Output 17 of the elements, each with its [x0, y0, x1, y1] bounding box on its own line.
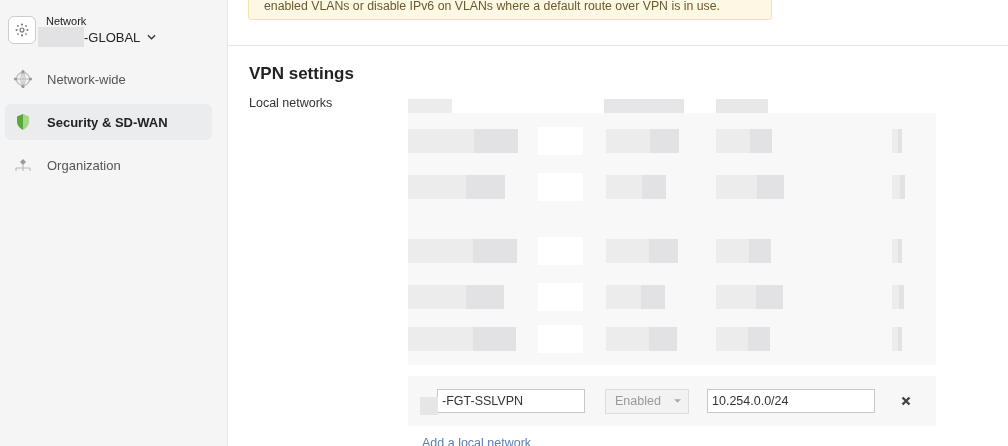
caret-icon [674, 399, 681, 403]
network-selector[interactable]: -GLOBAL [84, 27, 157, 47]
subnet-field[interactable]: 10.254.0.0/24 [707, 389, 875, 413]
vpn-mode-select: Enabled [605, 388, 689, 414]
nav-item[interactable]: Security & SD-WAN [5, 104, 212, 140]
nav-item[interactable]: Network-wide [5, 61, 212, 97]
field-label: Local networks [249, 96, 334, 112]
section-title: VPN settings [249, 64, 355, 84]
warning-banner: enabled VLANs or disable IPv6 on VLANs where a default route over VPN is in use. [248, 0, 772, 20]
redacted-block [420, 397, 438, 415]
network-label: Network [46, 16, 88, 27]
globe-icon [13, 69, 33, 89]
name-field[interactable]: -FGT-SSLVPN [437, 389, 585, 413]
nav-item[interactable]: Organization [5, 147, 212, 183]
network-icon [8, 16, 36, 44]
chevron-icon [147, 34, 157, 40]
close-icon[interactable] [901, 396, 911, 406]
